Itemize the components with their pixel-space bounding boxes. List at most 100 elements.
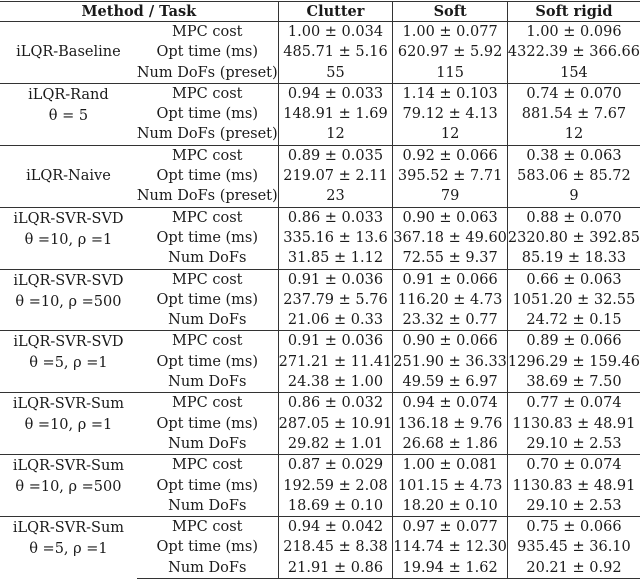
method-name: iLQR-SVR-SVD [13, 272, 124, 289]
value-clutter: 0.94 ± 0.033 [278, 82, 394, 105]
method-name: iLQR-Naive [26, 167, 111, 184]
value-soft-rigid: 29.10 ± 2.53 [526, 497, 622, 514]
value-soft-rigid: 2320.80 ± 392.85 [507, 229, 640, 246]
value-soft-rigid: 12 [564, 126, 584, 143]
value-soft: 18.20 ± 0.10 [392, 495, 508, 517]
value-soft-rigid: 1.00 ± 0.096 [507, 21, 640, 43]
value-soft: 79 [392, 186, 508, 208]
value-clutter: 0.87 ± 0.029 [278, 454, 394, 476]
metric-label: Num DoFs [136, 433, 279, 455]
value-soft: 0.91 ± 0.066 [392, 268, 508, 290]
metric-label: MPC cost [136, 392, 279, 414]
table-row: iLQR-SVR-Sum θ =10, ρ =500 MPC cost 0.87 ± … [0, 454, 640, 517]
metric-label: Num DoFs (preset) [136, 186, 279, 208]
metric-label: Opt time (ms) [136, 413, 279, 434]
table-body: iLQR-Baseline MPC cost 1.00 ± 0.034 1.00 ± … [0, 21, 640, 579]
value-soft-rigid: 0.38 ± 0.063 [507, 144, 640, 167]
value-clutter: 29.82 ± 1.01 [278, 433, 394, 455]
value-soft-rigid: 24.72 ± 0.15 [526, 312, 622, 329]
value-soft: 0.94 ± 0.074 [392, 392, 508, 414]
value-soft-rigid: 0.75 ± 0.066 [507, 516, 640, 538]
table-row: iLQR-SVR-Sum θ =10, ρ =1 MPC cost 0.86 ± 0.… [0, 392, 640, 455]
value-clutter: 485.71 ± 5.16 [278, 42, 394, 63]
value-clutter: 0.89 ± 0.035 [278, 144, 394, 167]
method-params: θ = 5 [48, 107, 89, 124]
metric-label: MPC cost [136, 268, 279, 290]
value-clutter: 287.05 ± 10.91 [278, 413, 394, 434]
value-soft-rigid: 1051.20 ± 32.55 [512, 291, 636, 308]
metric-label: MPC cost [136, 144, 279, 167]
value-soft: 367.18 ± 49.60 [392, 227, 508, 249]
value-clutter: 23 [278, 186, 394, 208]
value-soft-rigid: 583.06 ± 85.72 [517, 168, 631, 185]
value-soft-rigid: 0.89 ± 0.066 [507, 330, 640, 352]
header-method-task: Method / Task [0, 1, 279, 22]
value-clutter: 219.07 ± 2.11 [278, 166, 394, 187]
value-clutter: 148.91 ± 1.69 [278, 104, 394, 125]
value-soft: 19.94 ± 1.62 [392, 557, 508, 579]
table-row: iLQR-Baseline MPC cost 1.00 ± 0.034 1.00 ± … [0, 21, 640, 84]
method-name: iLQR-SVR-Sum [12, 396, 125, 413]
value-soft-rigid: 1130.83 ± 48.91 [512, 477, 636, 494]
value-soft-rigid: 1130.83 ± 48.91 [512, 415, 636, 432]
value-clutter: 12 [278, 124, 394, 146]
value-clutter: 218.45 ± 8.38 [278, 537, 394, 558]
method-cell: iLQR-SVR-SVD θ =10, ρ =500 [0, 268, 137, 331]
value-soft: 101.15 ± 4.73 [392, 475, 508, 496]
value-clutter: 335.16 ± 13.6 [278, 227, 394, 249]
value-soft: 136.18 ± 9.76 [392, 413, 508, 434]
metric-label: Num DoFs [136, 557, 279, 579]
value-soft: 49.59 ± 6.97 [392, 372, 508, 393]
method-name: iLQR-SVR-Sum [12, 520, 125, 537]
method-name: iLQR-SVR-SVD [13, 210, 124, 227]
value-soft-rigid: 1296.29 ± 159.46 [507, 353, 640, 370]
metric-label: MPC cost [136, 516, 279, 538]
value-soft-rigid: 0.88 ± 0.070 [507, 206, 640, 228]
value-clutter: 55 [278, 62, 394, 84]
header-task-soft: Soft [392, 1, 508, 22]
value-soft: 620.97 ± 5.92 [392, 42, 508, 63]
metric-label: Opt time (ms) [136, 166, 279, 187]
metric-label: Opt time (ms) [136, 289, 279, 311]
table-row: iLQR-SVR-SVD θ =5, ρ =1 MPC cost 0.91 ± 0.0… [0, 330, 640, 393]
value-soft-rigid: 935.45 ± 36.10 [517, 539, 631, 556]
value-soft: 23.32 ± 0.77 [392, 310, 508, 331]
value-soft-rigid: 0.74 ± 0.070 [507, 82, 640, 105]
metric-label: Opt time (ms) [136, 42, 279, 63]
value-soft: 0.90 ± 0.066 [392, 330, 508, 352]
method-name: iLQR-SVR-Sum [12, 458, 125, 475]
method-cell: iLQR-SVR-Sum θ =10, ρ =1 [0, 392, 137, 455]
value-clutter: 0.91 ± 0.036 [278, 330, 394, 352]
header-task-clutter: Clutter [278, 1, 394, 22]
value-soft: 12 [392, 124, 508, 146]
method-cell: iLQR-SVR-SVD θ =5, ρ =1 [0, 330, 137, 393]
value-soft: 0.90 ± 0.063 [392, 206, 508, 228]
metric-label: MPC cost [136, 21, 279, 43]
method-params: θ =5, ρ =1 [29, 541, 108, 558]
value-soft-rigid: 9 [569, 188, 579, 205]
value-clutter: 31.85 ± 1.12 [278, 248, 394, 270]
metric-label: Opt time (ms) [136, 227, 279, 249]
metric-label: MPC cost [136, 206, 279, 228]
value-clutter: 21.91 ± 0.86 [278, 557, 394, 579]
method-params: θ =10, ρ =1 [24, 417, 113, 434]
metric-label: MPC cost [136, 82, 279, 105]
value-soft: 114.74 ± 12.30 [392, 537, 508, 558]
value-soft-rigid: 29.10 ± 2.53 [526, 435, 622, 452]
metric-label: Opt time (ms) [136, 475, 279, 496]
method-cell: iLQR-SVR-Sum θ =5, ρ =1 [0, 516, 137, 579]
metric-label: Num DoFs (preset) [136, 62, 279, 84]
value-clutter: 192.59 ± 2.08 [278, 475, 394, 496]
metric-label: Num DoFs [136, 310, 279, 331]
header-task-soft-rigid: Soft rigid [507, 1, 640, 22]
table-row: iLQR-Naive MPC cost 0.89 ± 0.035 0.92 ± 0.0… [0, 144, 640, 208]
value-soft: 116.20 ± 4.73 [392, 289, 508, 311]
value-clutter: 271.21 ± 11.41 [278, 351, 394, 373]
method-cell: iLQR-Baseline [0, 21, 137, 84]
value-soft-rigid: 0.77 ± 0.074 [507, 392, 640, 414]
table-row: iLQR-SVR-Sum θ =5, ρ =1 MPC cost 0.94 ± 0.0… [0, 516, 640, 579]
value-clutter: 24.38 ± 1.00 [278, 372, 394, 393]
value-soft-rigid: 38.69 ± 7.50 [526, 374, 622, 391]
value-clutter: 0.91 ± 0.036 [278, 268, 394, 290]
value-soft: 395.52 ± 7.71 [392, 166, 508, 187]
